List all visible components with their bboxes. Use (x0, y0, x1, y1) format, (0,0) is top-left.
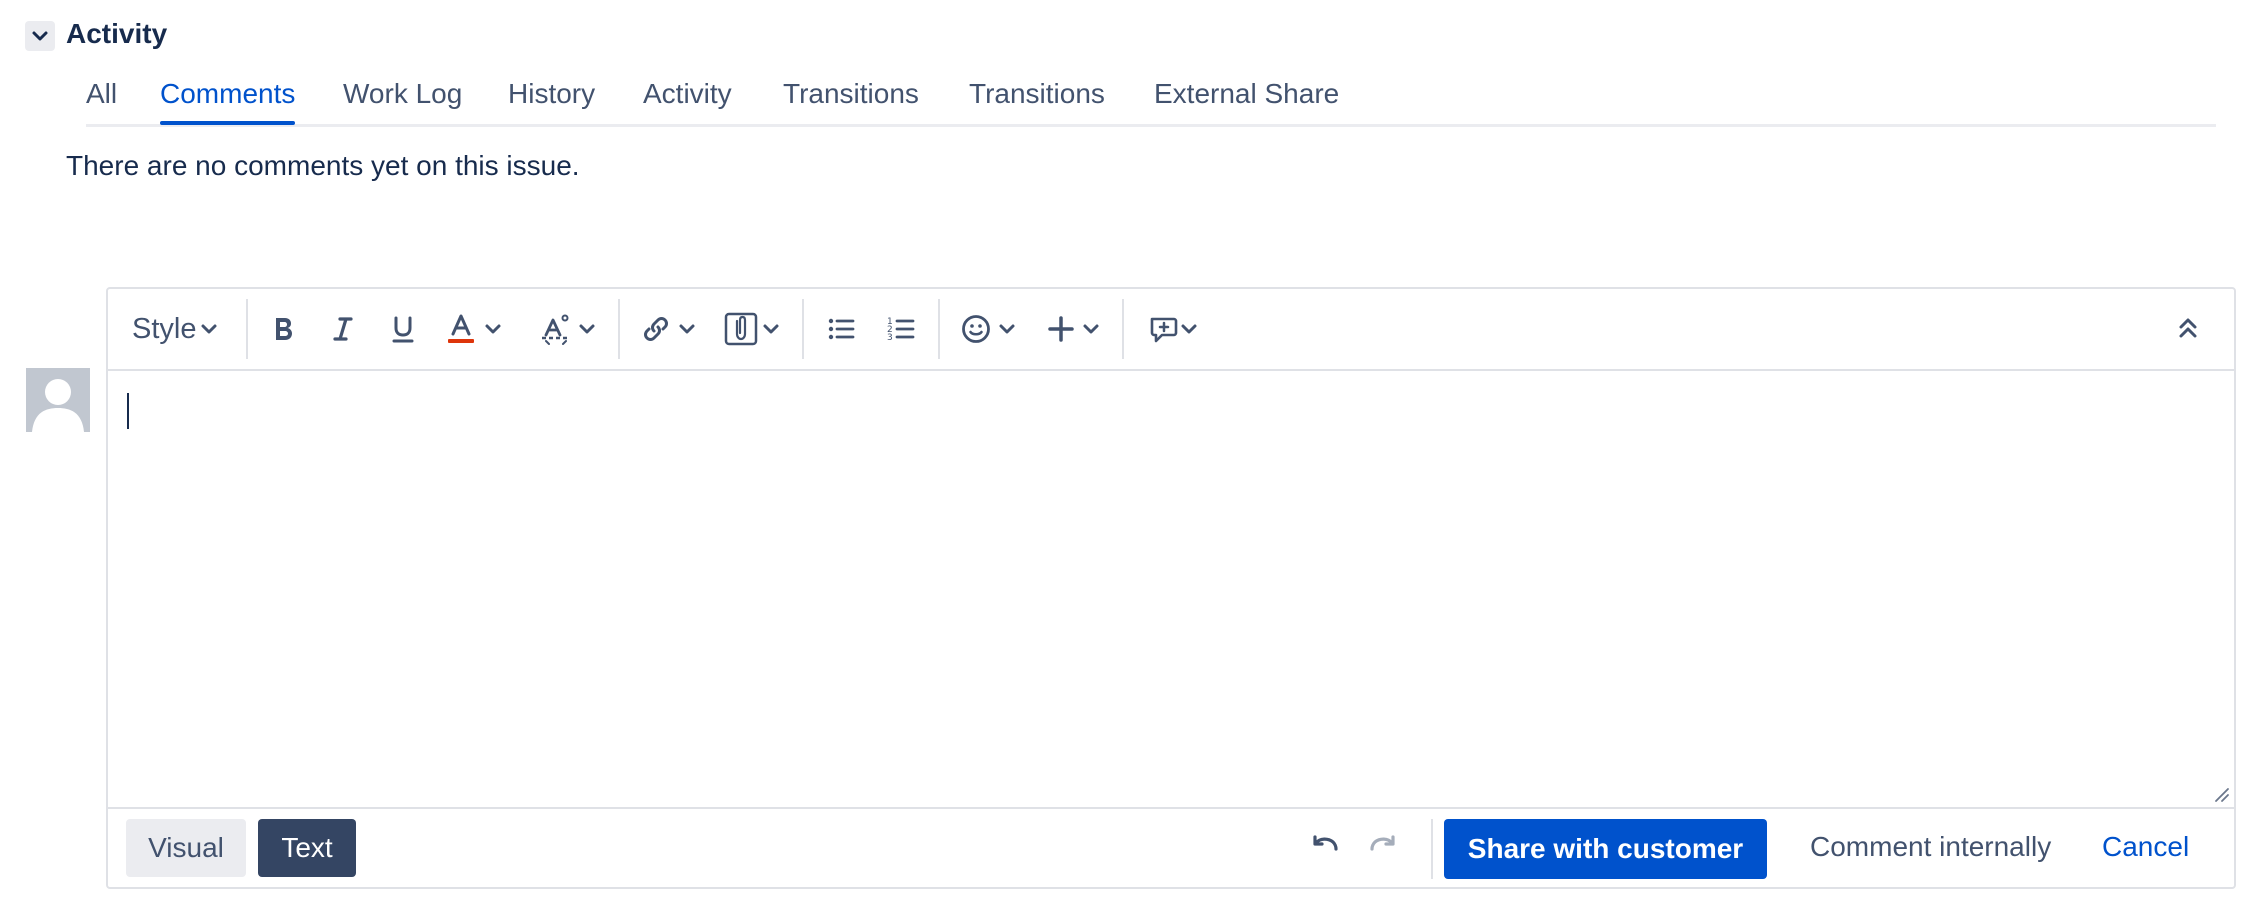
toolbar-divider (618, 299, 620, 359)
text-mode-button[interactable]: Text (258, 819, 356, 877)
editor-footer: Visual Text Share with customer Comment … (108, 807, 2234, 889)
bullet-list-icon (828, 318, 855, 340)
toolbar-divider (802, 299, 804, 359)
chevron-down-icon (32, 31, 48, 41)
tab-comments[interactable]: Comments (160, 78, 296, 125)
attachment-icon (724, 312, 758, 346)
undo-button[interactable] (1308, 829, 1342, 868)
comment-macro-button[interactable] (1148, 309, 1198, 349)
emoji-icon (962, 315, 990, 343)
collapse-activity-button[interactable] (25, 21, 55, 51)
comment-editor: Style 1 2 3 Visual Text Share with custo… (106, 287, 2236, 889)
bold-button[interactable] (268, 309, 298, 349)
link-icon (644, 317, 668, 341)
attachment-button[interactable] (724, 309, 780, 349)
text-color-button[interactable] (446, 309, 502, 349)
tab-all[interactable]: All (86, 78, 117, 110)
chevron-down-icon (999, 324, 1015, 334)
resize-handle-icon[interactable] (2214, 787, 2230, 803)
comment-macro-icon (1150, 317, 1178, 343)
italic-icon (333, 317, 353, 341)
footer-divider (1431, 819, 1433, 879)
bullet-list-button[interactable] (826, 309, 856, 349)
toolbar-divider (1122, 299, 1124, 359)
activity-tabs: All Comments Work Log History Activity T… (86, 78, 2216, 127)
comment-internally-button[interactable]: Comment internally (1810, 831, 2051, 863)
avatar (26, 368, 90, 432)
chevron-down-icon (1181, 324, 1197, 334)
chevron-down-icon (579, 324, 595, 334)
text-color-icon (448, 314, 474, 343)
insert-more-icon (1048, 316, 1074, 342)
underline-icon (392, 316, 414, 343)
tab-history[interactable]: History (508, 78, 595, 110)
style-label: Style (132, 312, 197, 345)
insert-more-button[interactable] (1046, 309, 1100, 349)
empty-comments-message: There are no comments yet on this issue. (66, 150, 580, 181)
collapse-toolbar-button[interactable] (2176, 309, 2200, 349)
text-caret (127, 393, 129, 429)
chevron-down-icon (1083, 324, 1099, 334)
toolbar-divider (938, 299, 940, 359)
tab-work-log[interactable]: Work Log (343, 78, 462, 110)
tab-transitions[interactable]: Transitions (783, 78, 919, 110)
clear-format-icon (542, 314, 570, 345)
tab-external-share[interactable]: External Share (1154, 78, 1339, 110)
collapse-toolbar-icon (2179, 318, 2197, 338)
clear-format-button[interactable] (540, 309, 596, 349)
editor-toolbar: Style 1 2 3 (108, 289, 2234, 371)
italic-button[interactable] (328, 309, 358, 349)
user-icon (26, 368, 90, 432)
redo-button[interactable] (1366, 829, 1400, 868)
section-title: Activity (66, 18, 168, 49)
toolbar-divider (246, 299, 248, 359)
tab-transitions-2[interactable]: Transitions (969, 78, 1105, 110)
undo-icon (1313, 835, 1338, 851)
numbered-list-icon: 1 2 3 (887, 317, 915, 343)
chevron-down-icon (485, 324, 501, 334)
cancel-button[interactable]: Cancel (2102, 831, 2189, 863)
numbered-list-button[interactable]: 1 2 3 (886, 309, 916, 349)
chevron-down-icon (679, 324, 695, 334)
link-button[interactable] (640, 309, 696, 349)
visual-mode-button[interactable]: Visual (126, 819, 246, 877)
underline-button[interactable] (388, 309, 418, 349)
share-with-customer-button[interactable]: Share with customer (1444, 819, 1767, 879)
style-dropdown[interactable]: Style (132, 309, 218, 349)
redo-icon (1370, 835, 1395, 851)
comment-textarea[interactable] (108, 371, 2234, 807)
chevron-down-icon (201, 324, 217, 334)
tab-activity[interactable]: Activity (643, 78, 732, 110)
emoji-button[interactable] (960, 309, 1016, 349)
svg-text:3: 3 (887, 333, 893, 343)
bold-icon (276, 318, 292, 340)
chevron-down-icon (763, 324, 779, 334)
